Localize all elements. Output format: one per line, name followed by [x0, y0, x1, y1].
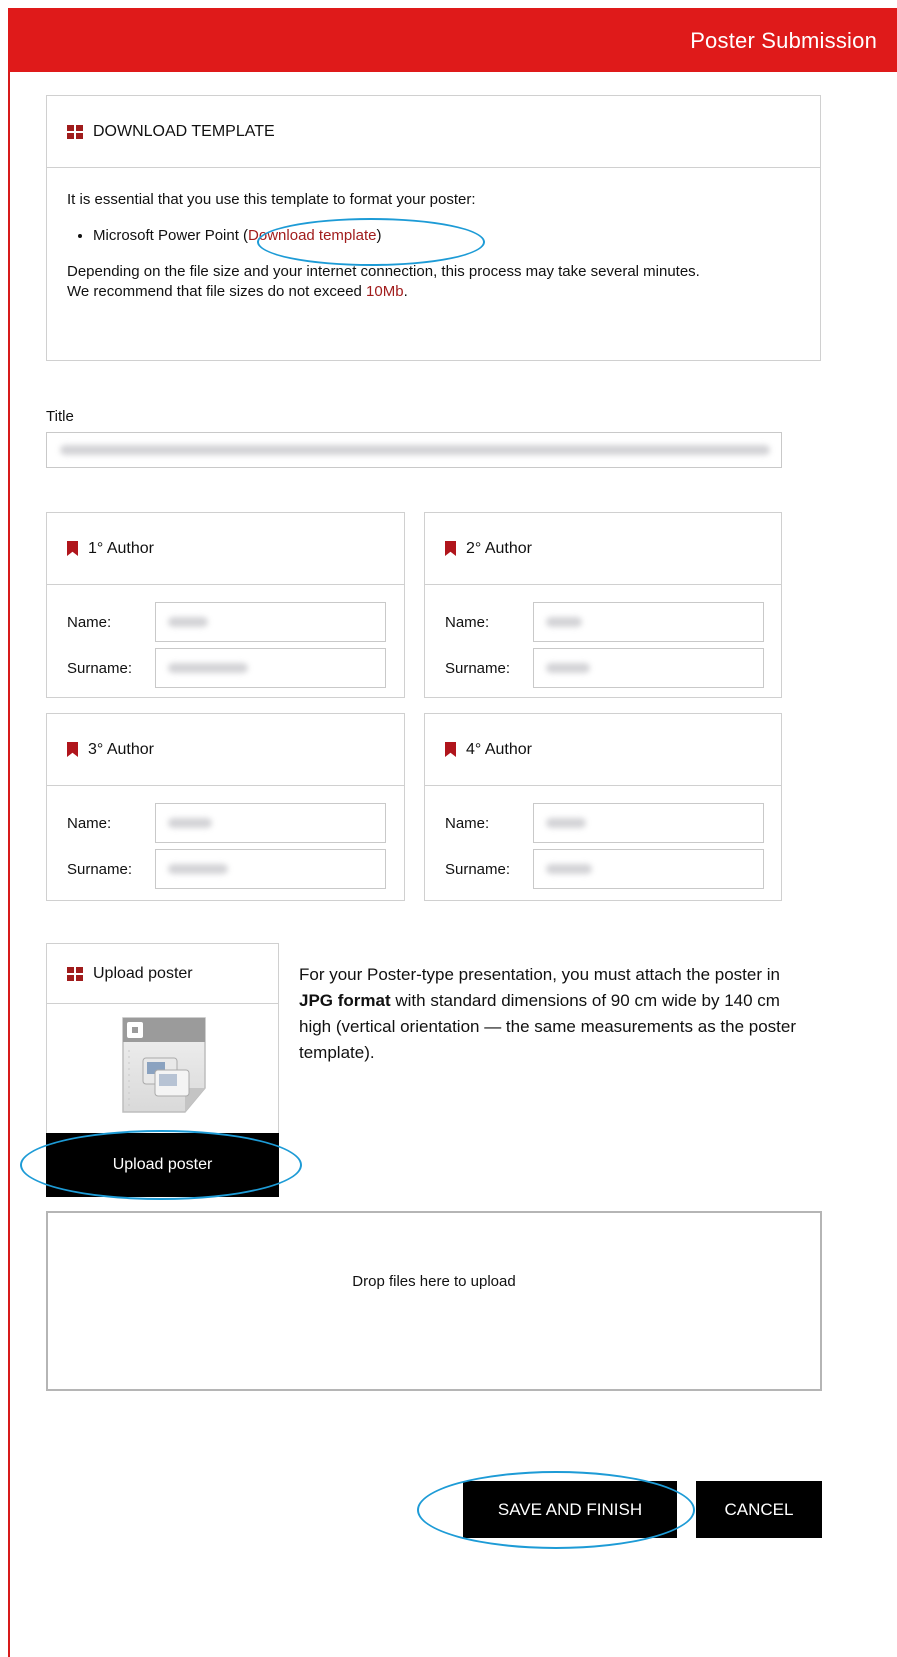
- author-panel-1: 1° Author Name: Surname:: [46, 512, 405, 698]
- page-left-border: [8, 72, 10, 1657]
- author-2-surname-row: Surname:: [425, 645, 781, 691]
- template-list-item: Microsoft Power Point (Download template…: [93, 226, 800, 246]
- author-1-surname-row: Surname:: [47, 645, 404, 691]
- document-image-icon: [122, 1017, 206, 1113]
- poster-desc-part-1: For your Poster-type presentation, you m…: [299, 965, 780, 984]
- recommend-text: We recommend that file sizes do not exce…: [67, 283, 367, 300]
- author-3-name-input[interactable]: [155, 803, 386, 843]
- redacted-text: [546, 818, 586, 828]
- name-label: Name:: [445, 814, 490, 832]
- save-and-finish-button[interactable]: SAVE AND FINISH: [463, 1481, 677, 1538]
- surname-label: Surname:: [67, 860, 133, 878]
- author-header-4: 4° Author: [425, 714, 781, 786]
- author-4-name-row: Name:: [425, 800, 781, 846]
- author-2-name-input[interactable]: [533, 602, 764, 642]
- redacted-text: [546, 663, 590, 673]
- header-bar: Poster Submission: [8, 8, 897, 72]
- template-type-label: Microsoft Power Point (: [93, 227, 249, 244]
- author-header-1: 1° Author: [47, 513, 404, 585]
- bookmark-icon: [67, 742, 78, 757]
- download-template-link[interactable]: Download template: [248, 227, 376, 244]
- surname-label: Surname:: [67, 659, 133, 677]
- redacted-text: [168, 663, 248, 673]
- upload-poster-heading: Upload poster: [93, 964, 193, 982]
- page-title: Poster Submission: [690, 28, 877, 53]
- upload-poster-button[interactable]: Upload poster: [46, 1133, 279, 1197]
- author-4-name-input[interactable]: [533, 803, 764, 843]
- author-3-surname-row: Surname:: [47, 846, 404, 892]
- title-label: Title: [46, 408, 74, 425]
- author-panel-3: 3° Author Name: Surname:: [46, 713, 405, 901]
- author-2-surname-input[interactable]: [533, 648, 764, 688]
- title-input-redacted-text: [60, 445, 770, 455]
- template-list: Microsoft Power Point (Download template…: [67, 226, 800, 246]
- bookmark-icon: [445, 541, 456, 556]
- author-heading-2: 2° Author: [466, 539, 532, 557]
- upload-poster-header: Upload poster: [47, 944, 278, 1004]
- name-label: Name:: [445, 613, 490, 631]
- download-template-panel: DOWNLOAD TEMPLATE It is essential that y…: [46, 95, 821, 361]
- poster-format-emphasis: JPG format: [299, 991, 391, 1010]
- bookmark-icon: [67, 541, 78, 556]
- author-panel-4: 4° Author Name: Surname:: [424, 713, 782, 901]
- surname-label: Surname:: [445, 659, 511, 677]
- author-3-name-row: Name:: [47, 800, 404, 846]
- author-4-surname-row: Surname:: [425, 846, 781, 892]
- author-4-surname-input[interactable]: [533, 849, 764, 889]
- author-panel-2: 2° Author Name: Surname:: [424, 512, 782, 698]
- redacted-text: [546, 617, 582, 627]
- grid-icon: [67, 124, 83, 139]
- redacted-text: [546, 864, 592, 874]
- redacted-text: [168, 818, 212, 828]
- redacted-text: [168, 864, 228, 874]
- recommend-suffix: .: [403, 283, 408, 300]
- file-dropzone[interactable]: Drop files here to upload: [46, 1211, 822, 1391]
- author-heading-1: 1° Author: [88, 539, 154, 557]
- author-3-surname-input[interactable]: [155, 849, 386, 889]
- author-1-name-input[interactable]: [155, 602, 386, 642]
- author-header-3: 3° Author: [47, 714, 404, 786]
- author-header-2: 2° Author: [425, 513, 781, 585]
- redacted-text: [168, 617, 208, 627]
- author-heading-3: 3° Author: [88, 740, 154, 758]
- cancel-button[interactable]: CANCEL: [696, 1481, 822, 1538]
- file-size-note: Depending on the file size and your inte…: [67, 263, 700, 280]
- grid-icon: [67, 966, 83, 981]
- poster-requirements-text: For your Poster-type presentation, you m…: [299, 962, 799, 1066]
- dropzone-text: Drop files here to upload: [352, 1272, 516, 1290]
- download-template-header: DOWNLOAD TEMPLATE: [47, 96, 820, 168]
- surname-label: Surname:: [445, 860, 511, 878]
- author-2-name-row: Name:: [425, 599, 781, 645]
- author-1-surname-input[interactable]: [155, 648, 386, 688]
- name-label: Name:: [67, 613, 112, 631]
- name-label: Name:: [67, 814, 112, 832]
- max-file-size: 10Mb: [366, 283, 404, 300]
- download-template-heading: DOWNLOAD TEMPLATE: [93, 122, 275, 140]
- download-template-body: It is essential that you use this templa…: [47, 168, 820, 302]
- file-size-recommendation: We recommend that file sizes do not exce…: [67, 282, 800, 302]
- template-intro: It is essential that you use this templa…: [67, 191, 476, 208]
- author-1-name-row: Name:: [47, 599, 404, 645]
- bookmark-icon: [445, 742, 456, 757]
- file-placeholder-icon: [119, 1014, 211, 1118]
- template-item-suffix: ): [376, 227, 382, 244]
- author-heading-4: 4° Author: [466, 740, 532, 758]
